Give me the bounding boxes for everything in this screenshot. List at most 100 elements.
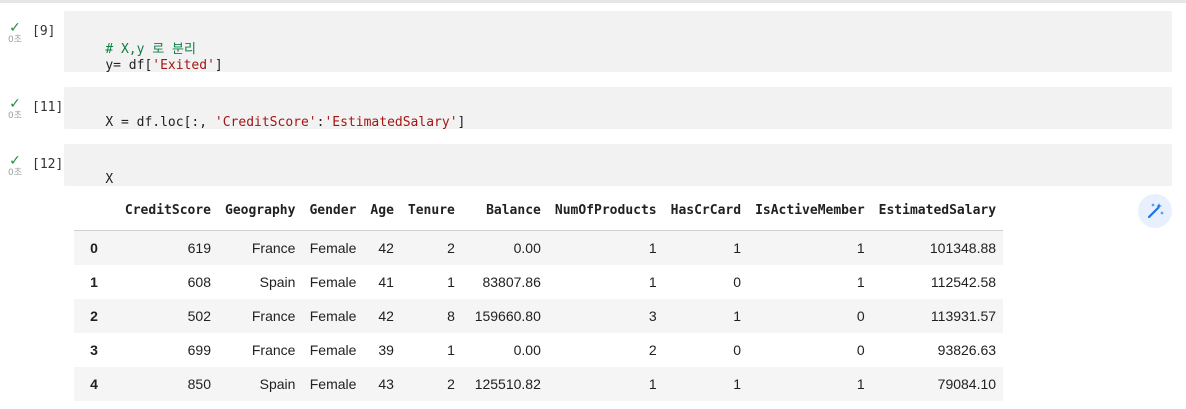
table-cell: 159660.80	[474, 308, 541, 324]
dataframe-output: CreditScore Geography Gender Age Tenure …	[74, 190, 1124, 401]
code-token: 'EstimatedSalary'	[324, 115, 458, 130]
code-line[interactable]: X = df.loc[:, 'CreditScore':'EstimatedSa…	[74, 100, 465, 145]
code-token: ]	[457, 115, 466, 130]
row-index: 4	[90, 376, 98, 392]
column-header: EstimatedSalary	[878, 202, 997, 218]
table-cell: 1	[856, 240, 865, 256]
table-cell: 0	[856, 342, 865, 358]
cell-status: ✓ 0초	[4, 21, 26, 45]
column-header: CreditScore	[124, 202, 211, 218]
table-cell: Female	[309, 274, 357, 290]
table-cell: 1	[648, 274, 657, 290]
table-row: 3 699 France Female 39 1 0.00 2 0 0 9382…	[74, 333, 1004, 367]
check-icon: ✓	[9, 153, 21, 169]
code-cell-editor[interactable]: X	[64, 144, 1172, 187]
row-index: 3	[90, 342, 98, 358]
table-cell: 699	[187, 342, 211, 358]
table-cell: 619	[187, 240, 211, 256]
code-token: 'Exited'	[152, 58, 215, 73]
table-cell: France	[251, 240, 296, 256]
table-cell: 0.00	[513, 240, 541, 256]
table-cell: 1	[648, 240, 657, 256]
check-icon: ✓	[9, 20, 21, 36]
top-divider	[0, 0, 1186, 3]
table-cell: Spain	[259, 376, 296, 392]
table-cell: 1	[733, 376, 742, 392]
table-cell: 101348.88	[929, 240, 997, 256]
column-header: NumOfProducts	[554, 202, 657, 218]
table-cell: 1	[447, 274, 455, 290]
cell-status: ✓ 0초	[4, 154, 26, 178]
table-cell: 8	[447, 308, 455, 324]
table-cell: 0	[733, 342, 742, 358]
table-cell: 1	[648, 376, 657, 392]
magic-wand-icon	[1147, 203, 1164, 219]
table-cell: 1	[856, 376, 865, 392]
column-header: Balance	[486, 202, 541, 218]
execution-count[interactable]: [11]	[32, 100, 63, 115]
table-cell: France	[251, 342, 296, 358]
execution-count[interactable]: [9]	[32, 24, 55, 39]
table-row: 0 619 France Female 42 2 0.00 1 1 1 1013…	[74, 230, 1004, 265]
code-line[interactable]: y= df['Exited']	[74, 43, 223, 88]
table-cell: Female	[309, 308, 357, 324]
code-cell-editor[interactable]: # X,y 로 분리 y= df['Exited']	[64, 11, 1172, 73]
table-cell: 2	[447, 376, 455, 392]
table-cell: Spain	[259, 274, 296, 290]
column-header: Tenure	[407, 202, 455, 218]
column-header: Gender	[309, 202, 357, 218]
table-cell: 0.00	[513, 342, 541, 358]
table-cell: 39	[378, 342, 394, 358]
table-cell: France	[251, 308, 296, 324]
dataframe-table: CreditScore Geography Gender Age Tenure …	[74, 190, 1004, 401]
table-cell: 2	[648, 342, 657, 358]
table-cell: 1	[733, 308, 742, 324]
table-cell: Female	[309, 376, 357, 392]
execution-time: 0초	[7, 35, 22, 45]
table-row: 2 502 France Female 42 8 159660.80 3 1 0…	[74, 299, 1004, 333]
cell-status: ✓ 0초	[4, 97, 26, 121]
table-cell: 42	[378, 240, 394, 256]
table-cell: 1	[856, 274, 865, 290]
execution-time: 0초	[7, 111, 22, 121]
row-index: 1	[90, 274, 98, 290]
table-cell: 41	[378, 274, 394, 290]
code-token: X	[105, 172, 114, 187]
column-header: IsActiveMember	[755, 202, 865, 218]
index-header	[74, 190, 114, 231]
magic-suggest-button[interactable]	[1138, 194, 1172, 228]
execution-count[interactable]: [12]	[32, 157, 63, 172]
code-token: 'CreditScore'	[214, 115, 317, 130]
table-cell: 83807.86	[482, 274, 541, 290]
code-cell-editor[interactable]: X = df.loc[:, 'CreditScore':'EstimatedSa…	[64, 87, 1172, 130]
table-row: 1 608 Spain Female 41 1 83807.86 1 0 1 1…	[74, 265, 1004, 299]
table-cell: 1	[447, 342, 455, 358]
column-header: HasCrCard	[670, 202, 742, 218]
column-header: Age	[370, 202, 394, 218]
table-cell: 42	[378, 308, 394, 324]
table-cell: 502	[187, 308, 211, 324]
code-token: y= df[	[105, 58, 153, 73]
table-cell: 0	[733, 274, 742, 290]
table-cell: 608	[187, 274, 211, 290]
execution-time: 0초	[7, 168, 22, 178]
table-cell: 0	[856, 308, 865, 324]
table-cell: 112542.58	[930, 274, 997, 290]
table-cell: 3	[648, 308, 657, 324]
table-cell: 79084.10	[937, 376, 997, 392]
table-cell: 113931.57	[930, 308, 997, 324]
code-token: X = df.loc[:,	[105, 115, 215, 130]
table-cell: 93826.63	[937, 342, 997, 358]
table-cell: Female	[309, 342, 357, 358]
table-cell: 43	[378, 376, 394, 392]
column-header: Geography	[225, 202, 296, 218]
table-cell: 2	[447, 240, 455, 256]
table-cell: 125510.82	[474, 376, 541, 392]
row-index: 2	[90, 308, 98, 324]
table-cell: 1	[733, 240, 742, 256]
row-index: 0	[90, 240, 98, 256]
table-cell: 850	[187, 376, 211, 392]
table-cell: Female	[309, 240, 357, 256]
code-token: ]	[214, 58, 223, 73]
table-header-row: CreditScore Geography Gender Age Tenure …	[74, 190, 1004, 231]
